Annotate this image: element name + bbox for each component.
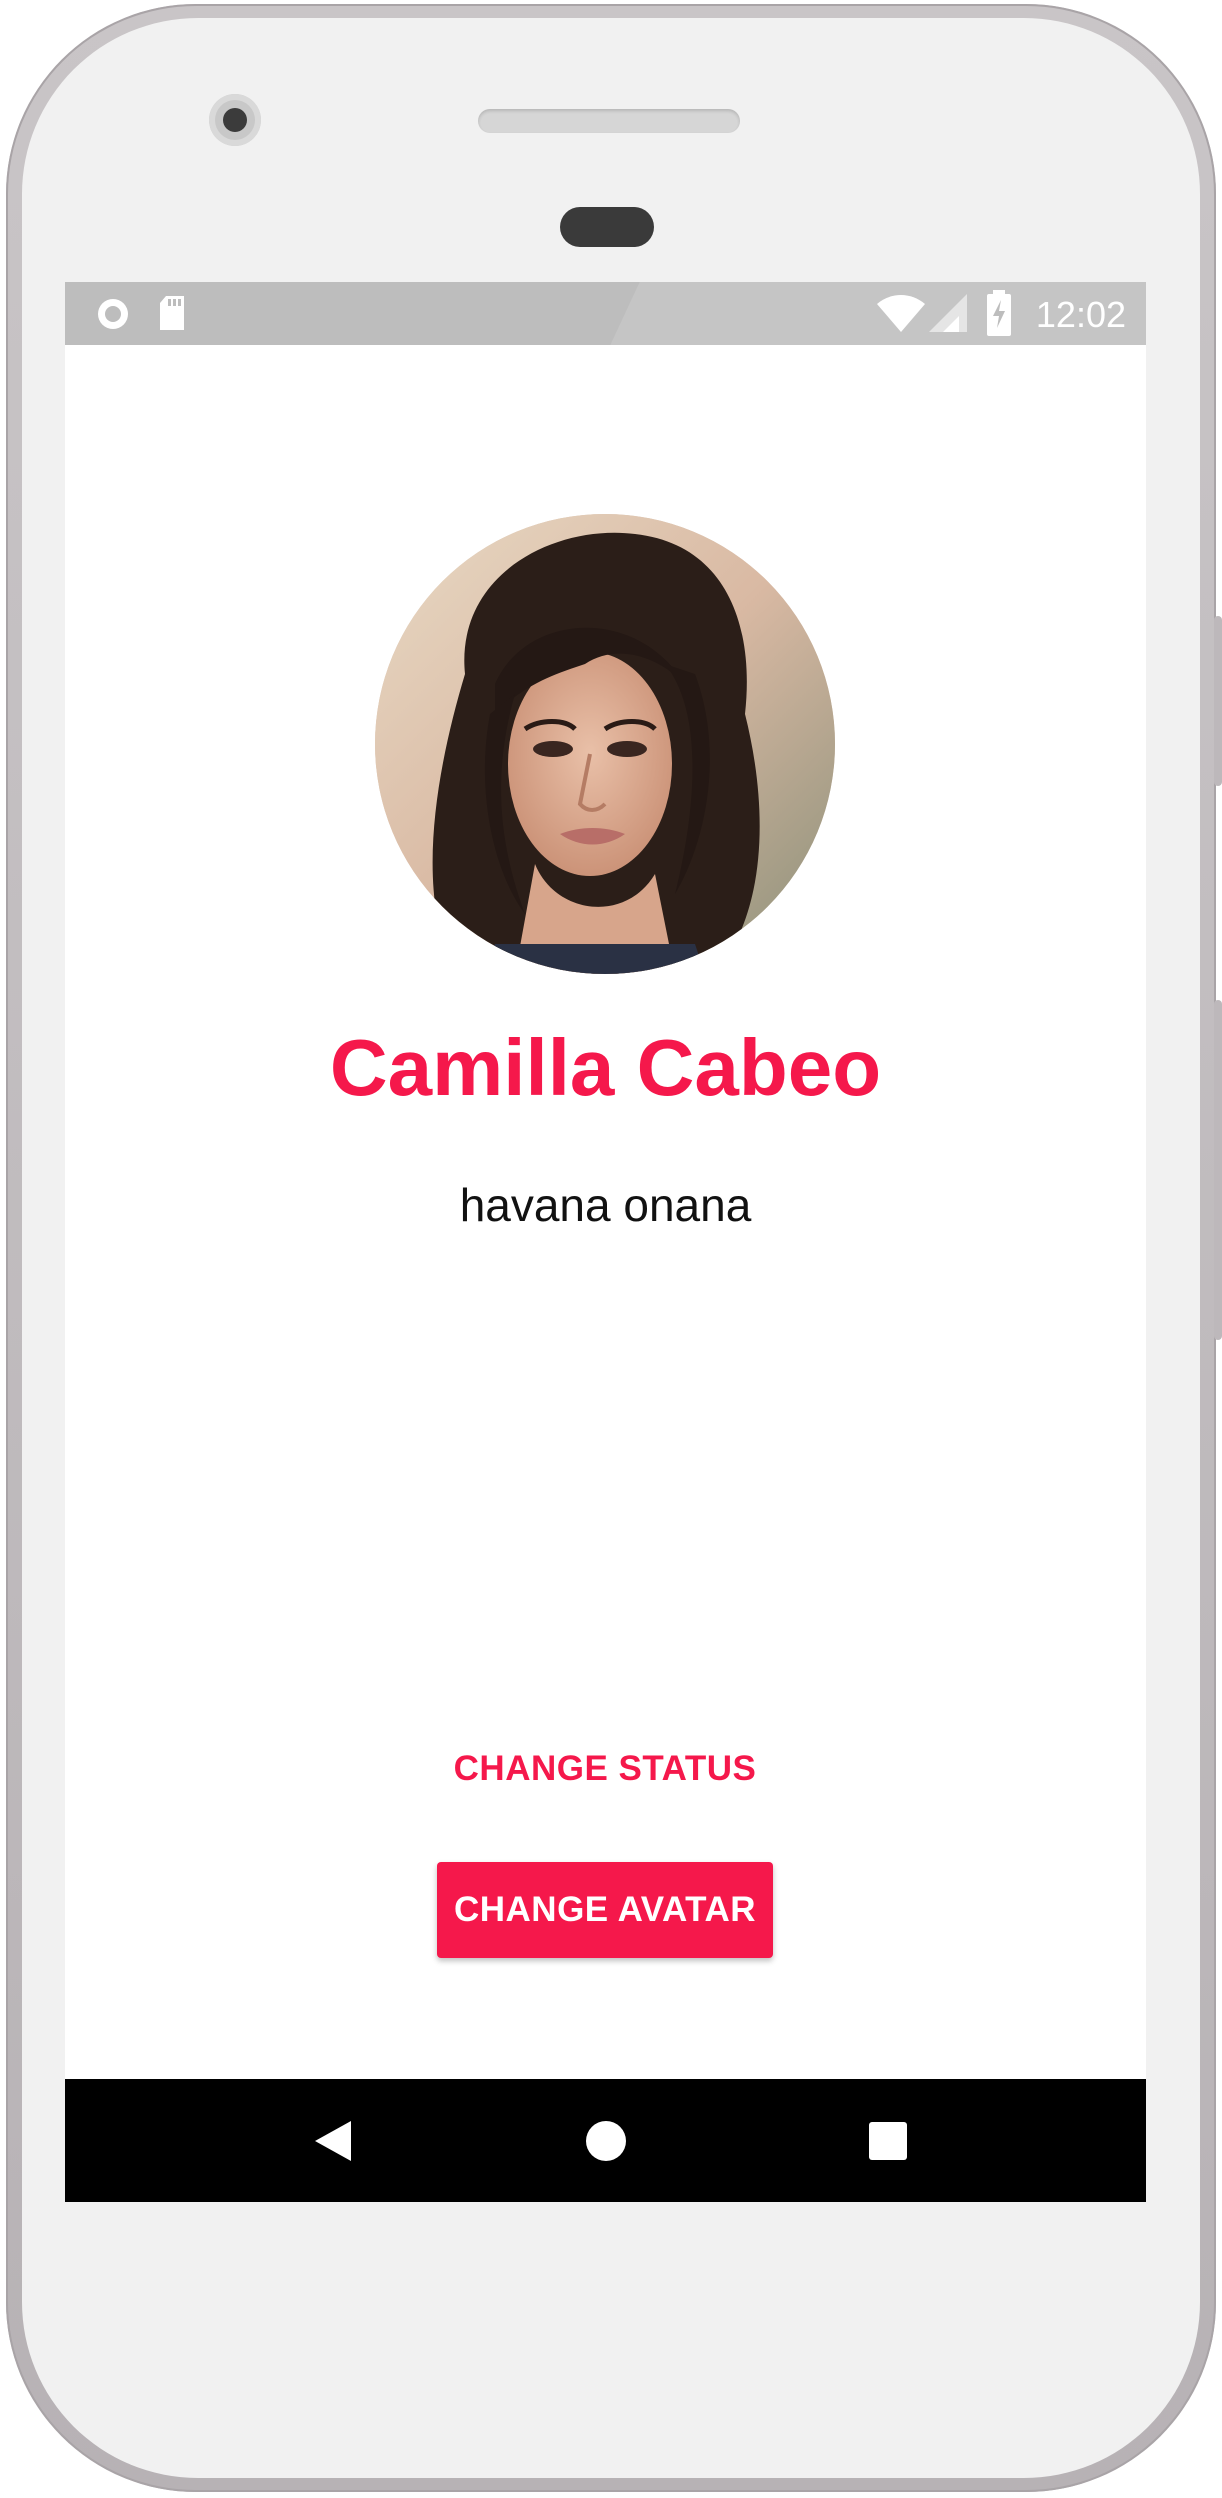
- sd-card-icon: [157, 294, 187, 337]
- change-status-button[interactable]: CHANGE STATUS: [445, 1734, 765, 1804]
- profile-status: havana onana: [459, 1179, 752, 1231]
- navigation-bar: [65, 2079, 1146, 2202]
- proximity-sensor: [560, 207, 654, 247]
- home-button[interactable]: [570, 2105, 642, 2177]
- avatar: [375, 514, 835, 974]
- front-camera: [209, 94, 261, 146]
- status-time: 12:02: [1035, 294, 1126, 335]
- status-bar: 12:02: [65, 282, 1146, 345]
- app-screen: 12:02 Camilla Cabeo havana onana CHANGE …: [65, 282, 1146, 2202]
- back-icon: [315, 2121, 351, 2161]
- home-icon: [586, 2121, 626, 2161]
- profile-photo: [375, 514, 835, 974]
- battery-charging-icon: [985, 290, 1013, 341]
- recents-button[interactable]: [852, 2105, 924, 2177]
- wifi-icon: [877, 292, 925, 339]
- signal-icon: [929, 294, 969, 337]
- earpiece-speaker: [478, 109, 740, 133]
- recents-icon: [869, 2122, 907, 2160]
- volume-button: [1214, 1000, 1222, 1340]
- profile-name: Camilla Cabeo: [329, 1023, 882, 1112]
- change-avatar-button[interactable]: CHANGE AVATAR: [437, 1862, 773, 1958]
- back-button[interactable]: [297, 2105, 369, 2177]
- page: 12:02 Camilla Cabeo havana onana CHANGE …: [0, 0, 1222, 2498]
- power-button: [1214, 616, 1222, 786]
- circle-notification-icon: [95, 296, 131, 337]
